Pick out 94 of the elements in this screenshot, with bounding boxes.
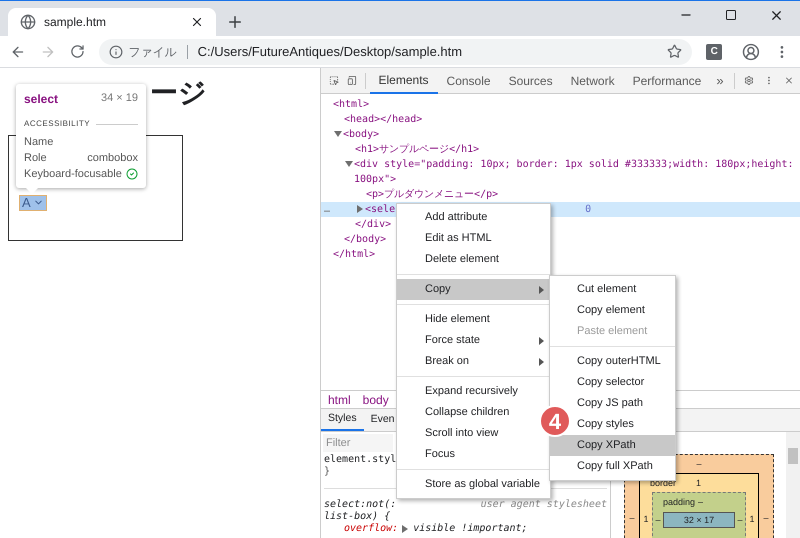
menu-item[interactable]: Copy selector (550, 372, 675, 393)
dom-tag-text: </body> (344, 234, 386, 245)
browser-tab[interactable]: sample.htm (8, 8, 216, 36)
bookmark-star-icon[interactable] (667, 44, 682, 59)
menu-item[interactable]: Edit as HTML (397, 228, 498, 249)
margin-value: – (762, 512, 770, 525)
menu-item[interactable]: Cut element (550, 279, 675, 300)
submenu-arrow-icon (539, 336, 544, 344)
row-dots[interactable]: … (324, 202, 330, 217)
padding-label: padding (663, 496, 696, 509)
styles-tab[interactable]: Styles (321, 408, 364, 431)
new-tab-icon[interactable] (226, 13, 244, 31)
collapsed-triangle-icon[interactable] (401, 525, 410, 533)
dom-row[interactable]: <h1>サンプルページ</h1> (321, 142, 800, 157)
padding-value: – (736, 514, 744, 527)
dom-tag-text: <p>プルダウンメニュー</p> (366, 188, 498, 202)
breadcrumb[interactable]: html (328, 390, 351, 408)
url-text: C:/Users/FutureAntiques/Desktop/sample.htm (198, 42, 464, 61)
dom-tag-text: <h1>サンプルページ</h1> (355, 142, 480, 157)
dom-tag-text: <body> (343, 128, 380, 142)
tooltip-label: Name (24, 134, 54, 150)
devtools-tab[interactable]: Performance (624, 68, 710, 94)
device-icon[interactable] (346, 73, 357, 88)
stylesheet-source: user agent stylesheet (480, 499, 607, 511)
css-selector: select:not(: (324, 499, 396, 511)
devtools-tab[interactable]: Sources (500, 68, 562, 94)
back-icon[interactable] (10, 44, 26, 60)
menu-item[interactable]: Delete element (397, 249, 505, 270)
border-value: 1 (696, 477, 702, 490)
menu-item[interactable]: Store as global variable (397, 474, 546, 495)
tooltip-value: combobox (87, 150, 138, 166)
settings-icon[interactable] (744, 73, 754, 88)
menu-item[interactable]: Expand recursively (397, 381, 524, 402)
scheme-label: ファイル (128, 44, 177, 60)
menu-item[interactable]: Collapse children (397, 402, 516, 423)
menu-item[interactable]: Copy full XPath (550, 456, 675, 477)
css-value: visible !important; (413, 523, 528, 535)
dom-tag-text: 0 (585, 203, 592, 217)
dom-tag-text: <head></head> (344, 113, 422, 127)
tooltip-section-title: ACCESSIBILITY (24, 118, 90, 130)
devtools-tab[interactable]: Network (562, 68, 624, 94)
devtools-tab[interactable]: Elements (370, 68, 438, 94)
menu-item[interactable]: Copy XPath (550, 435, 675, 456)
padding-value: – (698, 496, 704, 509)
submenu-arrow-icon (539, 358, 544, 366)
css-selector: element.styl (324, 454, 396, 466)
close-icon[interactable] (190, 15, 204, 29)
dom-row[interactable]: <p>プルダウンメニュー</p> (321, 187, 800, 202)
info-icon[interactable] (108, 44, 123, 58)
globe-icon (20, 14, 36, 30)
menu-item[interactable]: Copy element (550, 300, 675, 321)
expanded-triangle-icon[interactable] (334, 130, 342, 138)
address-bar[interactable]: ファイル C:/Users/FutureAntiques/Desktop/sample.htm (98, 38, 692, 64)
tooltip-label: Keyboard-focusable (24, 166, 122, 182)
menu-item[interactable]: Break on (397, 351, 550, 372)
profile-icon[interactable] (742, 42, 760, 60)
dom-tag-text: <sele (365, 203, 396, 217)
css-property: overflow: (344, 523, 398, 535)
tooltip-size: 34 × 19 (100, 91, 138, 106)
tooltip-label: Role (24, 150, 47, 166)
dom-row[interactable]: <html> (321, 97, 800, 112)
css-brace: } (324, 466, 330, 477)
border-value: 1 (748, 513, 756, 526)
menu-item[interactable]: Copy (397, 279, 550, 300)
expanded-triangle-icon[interactable] (345, 160, 353, 168)
menu-item[interactable]: Focus (397, 444, 461, 465)
dom-tag-text: </div> (355, 219, 392, 230)
reload-icon[interactable] (70, 44, 85, 59)
page-heading: ージ (150, 77, 207, 108)
padding-value: – (654, 514, 662, 527)
dom-tag-text: </html> (333, 249, 376, 260)
extension-button[interactable]: C (706, 44, 722, 60)
menu-item[interactable]: Scroll into view (397, 423, 504, 444)
menu-item[interactable]: Copy outerHTML (550, 351, 675, 372)
select-dropdown[interactable]: A (19, 194, 47, 211)
maximize-icon[interactable] (725, 9, 737, 21)
breadcrumb[interactable]: body (362, 390, 389, 408)
menu-item[interactable]: Hide element (397, 309, 496, 330)
dom-tag-text: <html> (333, 98, 370, 112)
css-selector: list-box) { (324, 511, 390, 523)
border-value: 1 (642, 513, 650, 526)
dom-row[interactable]: <head></head> (321, 112, 800, 127)
devtools-tab[interactable]: Console (438, 68, 500, 94)
content-size: 32 × 17 (663, 512, 735, 528)
collapsed-triangle-icon[interactable] (356, 205, 364, 213)
menu-item[interactable]: Force state (397, 330, 550, 351)
dom-row[interactable]: <body> (321, 127, 800, 142)
margin-value: – (696, 458, 702, 471)
filter-field[interactable]: Filter (323, 434, 393, 452)
submenu-arrow-icon (539, 286, 544, 294)
more-tabs-button[interactable]: » (710, 70, 730, 90)
tooltip-tag: select (24, 90, 58, 108)
tab-title: sample.htm (44, 14, 108, 31)
margin-value: – (628, 512, 636, 525)
